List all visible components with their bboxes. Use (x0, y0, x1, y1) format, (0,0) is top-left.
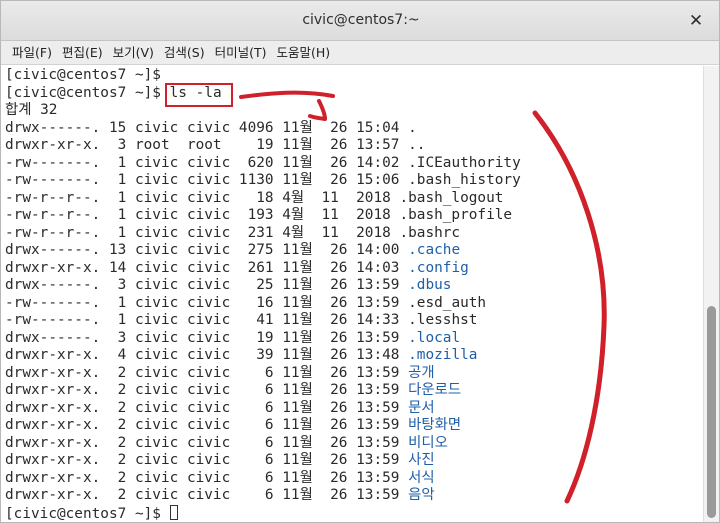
listing-row: drwx------. 15 civic civic 4096 11월 26 1… (5, 120, 705, 138)
directory-name: 음악 (408, 487, 435, 503)
close-button[interactable]: ✕ (685, 10, 707, 32)
directory-name: .mozilla (408, 347, 478, 363)
listing-meta: -rw-r--r--. 1 civic civic 231 4월 11 2018 (5, 224, 400, 241)
directory-name: .cache (408, 242, 461, 258)
listing-meta: drwxr-xr-x. 2 civic civic 6 11월 26 13:59 (5, 417, 409, 433)
prompt-text: [civic@centos7 ~]$ (5, 505, 170, 522)
menu-item-0[interactable]: 파일(F) (7, 41, 57, 65)
listing-row: drwxr-xr-x. 2 civic civic 6 11월 26 13:59… (5, 382, 705, 400)
command-line: [civic@centos7 ~]$ ls -la (5, 85, 705, 103)
scrollbar[interactable] (703, 66, 719, 522)
listing-meta: drwxr-xr-x. 2 civic civic 6 11월 26 13:59 (5, 452, 409, 468)
listing-row: -rw-r--r--. 1 civic civic 18 4월 11 2018 … (5, 190, 705, 208)
menu-item-2[interactable]: 보기(V) (108, 41, 159, 65)
terminal-output[interactable]: [civic@centos7 ~]$ [civic@centos7 ~]$ ls… (1, 66, 705, 523)
listing-meta: drwxr-xr-x. 2 civic civic 6 11월 26 13:59 (5, 487, 409, 503)
directory-name: 문서 (408, 399, 435, 416)
directory-name: .local (408, 329, 461, 346)
listing-row: -rw-r--r--. 1 civic civic 231 4월 11 2018… (5, 225, 705, 243)
menu-item-1[interactable]: 편집(E) (57, 41, 108, 65)
file-name: . (408, 119, 417, 136)
listing-meta: -rw-r--r--. 1 civic civic 18 4월 11 2018 (5, 189, 400, 206)
file-name: .. (408, 137, 426, 153)
listing-row: drwxr-xr-x. 2 civic civic 6 11월 26 13:59… (5, 435, 705, 453)
file-name: .bash_logout (399, 189, 504, 206)
listing-meta: -rw-------. 1 civic civic 620 11월 26 14:… (5, 154, 409, 171)
listing-row: -rw-r--r--. 1 civic civic 193 4월 11 2018… (5, 207, 705, 225)
directory-name: 바탕화면 (408, 417, 462, 433)
listing-row: drwxr-xr-x. 2 civic civic 6 11월 26 13:59… (5, 452, 705, 470)
listing-row: drwxr-xr-x. 2 civic civic 6 11월 26 13:59… (5, 470, 705, 488)
listing-meta: drwx------. 13 civic civic 275 11월 26 14… (5, 242, 409, 258)
listing-meta: drwxr-xr-x. 2 civic civic 6 11월 26 13:59 (5, 364, 409, 381)
prompt-line: [civic@centos7 ~]$ (5, 504, 705, 523)
prompt-text: [civic@centos7 ~]$ (5, 84, 170, 101)
listing-meta: drwx------. 3 civic civic 19 11월 26 13:5… (5, 329, 409, 346)
title-bar[interactable]: civic@centos7:~ ✕ (1, 1, 719, 41)
directory-name: 사진 (408, 452, 435, 468)
prompt-line: [civic@centos7 ~]$ (5, 67, 705, 85)
listing-row: drwxr-xr-x. 3 root root 19 11월 26 13:57 … (5, 137, 705, 155)
file-name: .lesshst (408, 312, 478, 328)
window-title: civic@centos7:~ (302, 12, 420, 28)
menu-item-5[interactable]: 도움말(H) (272, 41, 336, 65)
listing-row: -rw-------. 1 civic civic 41 11월 26 14:3… (5, 312, 705, 330)
listing-row: drwxr-xr-x. 14 civic civic 261 11월 26 14… (5, 260, 705, 278)
prompt-text: [civic@centos7 ~]$ (5, 67, 170, 83)
listing-row: drwx------. 3 civic civic 19 11월 26 13:5… (5, 330, 705, 348)
directory-name: 서식 (408, 469, 435, 486)
file-name: .ICEauthority (408, 154, 521, 171)
listing-row: -rw-------. 1 civic civic 1130 11월 26 15… (5, 172, 705, 190)
listing-meta: drwx------. 3 civic civic 25 11월 26 13:5… (5, 277, 409, 293)
cursor (169, 504, 178, 520)
listing-meta: drwx------. 15 civic civic 4096 11월 26 1… (5, 119, 409, 136)
total-text: 합계 32 (5, 102, 58, 118)
listing-meta: drwxr-xr-x. 14 civic civic 261 11월 26 14… (5, 259, 409, 276)
directory-name: 공개 (408, 364, 435, 381)
listing-row: drwxr-xr-x. 2 civic civic 6 11월 26 13:59… (5, 417, 705, 435)
listing-row: drwx------. 13 civic civic 275 11월 26 14… (5, 242, 705, 260)
listing-meta: -rw-r--r--. 1 civic civic 193 4월 11 2018 (5, 207, 400, 223)
listing-row: drwxr-xr-x. 2 civic civic 6 11월 26 13:59… (5, 400, 705, 418)
listing-meta: -rw-------. 1 civic civic 1130 11월 26 15… (5, 172, 409, 188)
scrollbar-thumb[interactable] (707, 306, 716, 518)
listing-meta: drwxr-xr-x. 4 civic civic 39 11월 26 13:4… (5, 347, 409, 363)
listing-meta: -rw-------. 1 civic civic 41 11월 26 14:3… (5, 312, 409, 328)
listing-row: drwxr-xr-x. 4 civic civic 39 11월 26 13:4… (5, 347, 705, 365)
total-line: 합계 32 (5, 102, 705, 120)
terminal-window: civic@centos7:~ ✕ 파일(F) 편집(E) 보기(V) 검색(S) 터미… (0, 0, 720, 523)
listing-row: drwx------. 3 civic civic 25 11월 26 13:5… (5, 277, 705, 295)
listing-row: drwxr-xr-x. 2 civic civic 6 11월 26 13:59… (5, 487, 705, 505)
listing-meta: drwxr-xr-x. 2 civic civic 6 11월 26 13:59 (5, 469, 409, 486)
file-name: .bash_profile (399, 207, 513, 223)
menu-bar: 파일(F) 편집(E) 보기(V) 검색(S) 터미널(T) 도움말(H) (1, 41, 719, 65)
directory-name: .dbus (408, 277, 452, 293)
file-name: .esd_auth (408, 294, 487, 311)
directory-name: .config (408, 259, 469, 276)
listing-meta: drwxr-xr-x. 2 civic civic 6 11월 26 13:59 (5, 399, 409, 416)
listing-row: -rw-------. 1 civic civic 620 11월 26 14:… (5, 155, 705, 173)
menu-item-3[interactable]: 검색(S) (159, 41, 210, 65)
listing-row: drwxr-xr-x. 2 civic civic 6 11월 26 13:59… (5, 365, 705, 383)
file-name: .bashrc (399, 224, 461, 241)
file-name: .bash_history (408, 172, 521, 188)
directory-name: 다운로드 (408, 382, 462, 398)
listing-meta: drwxr-xr-x. 3 root root 19 11월 26 13:57 (5, 137, 409, 153)
directory-name: 비디오 (408, 434, 448, 451)
menu-item-4[interactable]: 터미널(T) (210, 41, 272, 65)
command-text: ls -la (169, 84, 222, 101)
listing-row: -rw-------. 1 civic civic 16 11월 26 13:5… (5, 295, 705, 313)
listing-meta: drwxr-xr-x. 2 civic civic 6 11월 26 13:59 (5, 434, 409, 451)
listing-meta: drwxr-xr-x. 2 civic civic 6 11월 26 13:59 (5, 382, 409, 398)
listing-meta: -rw-------. 1 civic civic 16 11월 26 13:5… (5, 294, 409, 311)
